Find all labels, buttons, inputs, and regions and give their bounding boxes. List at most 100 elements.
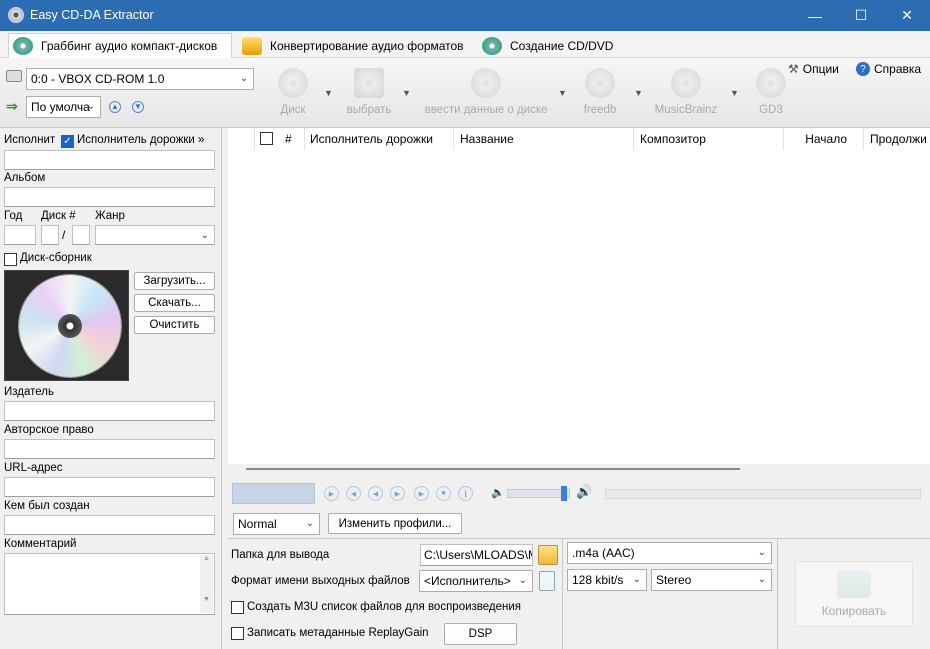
quality-select[interactable]: Normal ⌄ [233,513,320,535]
select-button[interactable]: выбрать [344,66,394,126]
disc-button[interactable]: Диск [276,66,310,126]
comment-label: Комментарий [4,538,77,550]
toolbar: 0:0 - VBOX CD-ROM 1.0 ⌄ ⇒ По умолча ⌄ ▲ … [0,58,930,128]
url-label: URL-адрес [4,462,63,474]
bitrate-value: 128 kbit/s [572,573,624,587]
created-by-label: Кем был создан [4,500,90,512]
column-composer[interactable]: Композитор [634,128,784,150]
column-duration[interactable]: Продолжи [864,128,930,150]
enter-disc-data-button[interactable]: ввести данные о диске [424,66,548,126]
help-button[interactable]: ? Справка [856,62,921,76]
year-label: Год [4,210,23,222]
bitrate-select[interactable]: 128 kbit/s ⌄ [567,569,647,591]
download-cover-button[interactable]: Скачать... [134,294,215,312]
genre-select[interactable]: ⌄ [95,225,215,245]
tab-grab-audio-cd[interactable]: Граббинг аудио компакт-дисков [8,33,232,58]
filename-format-value: <Исполнитель> [424,574,511,588]
filename-format-label: Формат имени выходных файлов [231,575,410,587]
audio-format-select[interactable]: .m4a (AAC) ⌄ [567,542,772,564]
created-by-field[interactable] [4,515,215,535]
musicbrainz-dropdown-arrow[interactable]: ▼ [730,88,739,98]
freedb-dropdown-arrow[interactable]: ▼ [634,88,643,98]
column-title[interactable]: Название [454,128,634,150]
track-artist-label[interactable]: Исполнитель дорожки » [77,134,204,146]
stop-icon[interactable]: ■ [436,486,451,501]
tab-label: Граббинг аудио компакт-дисков [41,39,218,53]
enter-data-dropdown-arrow[interactable]: ▼ [558,88,567,98]
year-field[interactable] [4,225,36,245]
track-list[interactable]: # Исполнитель дорожки Название Композито… [228,128,930,464]
gd3-icon [756,68,786,98]
album-cover[interactable] [4,270,129,381]
seek-bar[interactable] [605,489,921,499]
replaygain-checkbox[interactable] [231,627,244,640]
profile-select-value: По умолча [31,100,90,114]
volume-slider-thumb[interactable] [561,486,567,501]
profile-select[interactable]: По умолча ⌄ [26,96,101,118]
select-dropdown-arrow[interactable]: ▼ [402,88,411,98]
artist-field[interactable] [4,150,215,170]
move-up-icon[interactable]: ▲ [109,101,121,113]
m3u-label[interactable]: Создать M3U список файлов для воспроизве… [247,601,521,613]
skip-back-icon[interactable]: ◀ [346,486,361,501]
options-button[interactable]: ⚒ Опции [788,62,839,76]
arrow-right-icon: ⇒ [6,98,18,114]
column-start[interactable]: Начало [784,128,864,150]
select-icon [354,68,384,98]
time-display [232,483,315,504]
copyright-field[interactable] [4,439,215,459]
folder-browse-icon[interactable] [538,545,558,565]
pause-icon[interactable]: ❙ [458,486,473,501]
disc-number-field[interactable] [41,225,59,245]
clear-cover-button[interactable]: Очистить [134,316,215,334]
url-field[interactable] [4,477,215,497]
publisher-label: Издатель [4,386,54,398]
format-editor-icon[interactable] [539,571,555,591]
column-track-artist[interactable]: Исполнитель дорожки [304,128,454,150]
output-folder-field[interactable]: C:\Users\MLOADS\M [420,544,533,566]
minimize-button[interactable]: — [792,0,838,31]
disc-icon [278,68,308,98]
audio-format-value: .m4a (AAC) [572,546,635,560]
m3u-checkbox[interactable] [231,601,244,614]
track-artist-checkbox[interactable]: ✓ [61,135,74,148]
comment-scrollbar[interactable]: ▲ ▼ [200,555,213,613]
musicbrainz-button[interactable]: MusicBrainz [652,66,720,126]
tab-burn-cd-dvd[interactable]: Создание CD/DVD [478,33,628,58]
skip-forward-icon[interactable]: ▶ [414,486,429,501]
maximize-button[interactable]: ☐ [838,0,884,31]
filename-format-select[interactable]: <Исполнитель> ⌄ [419,570,533,592]
horizontal-scrollbar[interactable] [246,468,740,470]
channels-select[interactable]: Stereo ⌄ [651,569,772,591]
disc-number-label: Диск # [41,210,76,222]
publisher-field[interactable] [4,401,215,421]
dsp-button[interactable]: DSP [444,623,517,645]
album-field[interactable] [4,187,215,207]
move-down-icon[interactable]: ▼ [132,101,144,113]
comment-textarea[interactable]: ▲ ▼ [4,553,215,615]
volume-high-icon: 🔊 [576,484,593,499]
chevron-down-icon: ⌄ [757,574,766,585]
compilation-checkbox[interactable] [4,253,17,266]
replaygain-label[interactable]: Записать метаданные ReplayGain [247,627,429,639]
copy-button[interactable]: Копировать [795,561,913,627]
compilation-label[interactable]: Диск-сборник [20,252,92,264]
change-profiles-button[interactable]: Изменить профили... [328,513,462,534]
column-number[interactable]: # [279,128,305,150]
chevron-down-icon: ⌄ [518,575,527,586]
freedb-button[interactable]: freedb [580,66,620,126]
disc-total-field[interactable] [72,225,90,245]
disc-dropdown-arrow[interactable]: ▼ [324,88,333,98]
play-icon[interactable]: ▶ [324,486,339,501]
copy-label: Копировать [821,604,887,618]
select-all-checkbox[interactable] [260,132,273,145]
drive-select[interactable]: 0:0 - VBOX CD-ROM 1.0 ⌄ [26,68,254,90]
tab-convert-audio[interactable]: Конвертирование аудио форматов [238,33,474,58]
load-cover-button[interactable]: Загрузить... [134,272,215,290]
gd3-button[interactable]: GD3 [754,66,788,126]
rewind-icon[interactable]: ◀ [368,486,383,501]
title-bar: Easy CD-DA Extractor — ☐ ✕ [0,0,930,31]
close-button[interactable]: ✕ [884,0,930,31]
fast-forward-icon[interactable]: ▶ [390,486,405,501]
options-label: Опции [802,62,839,76]
